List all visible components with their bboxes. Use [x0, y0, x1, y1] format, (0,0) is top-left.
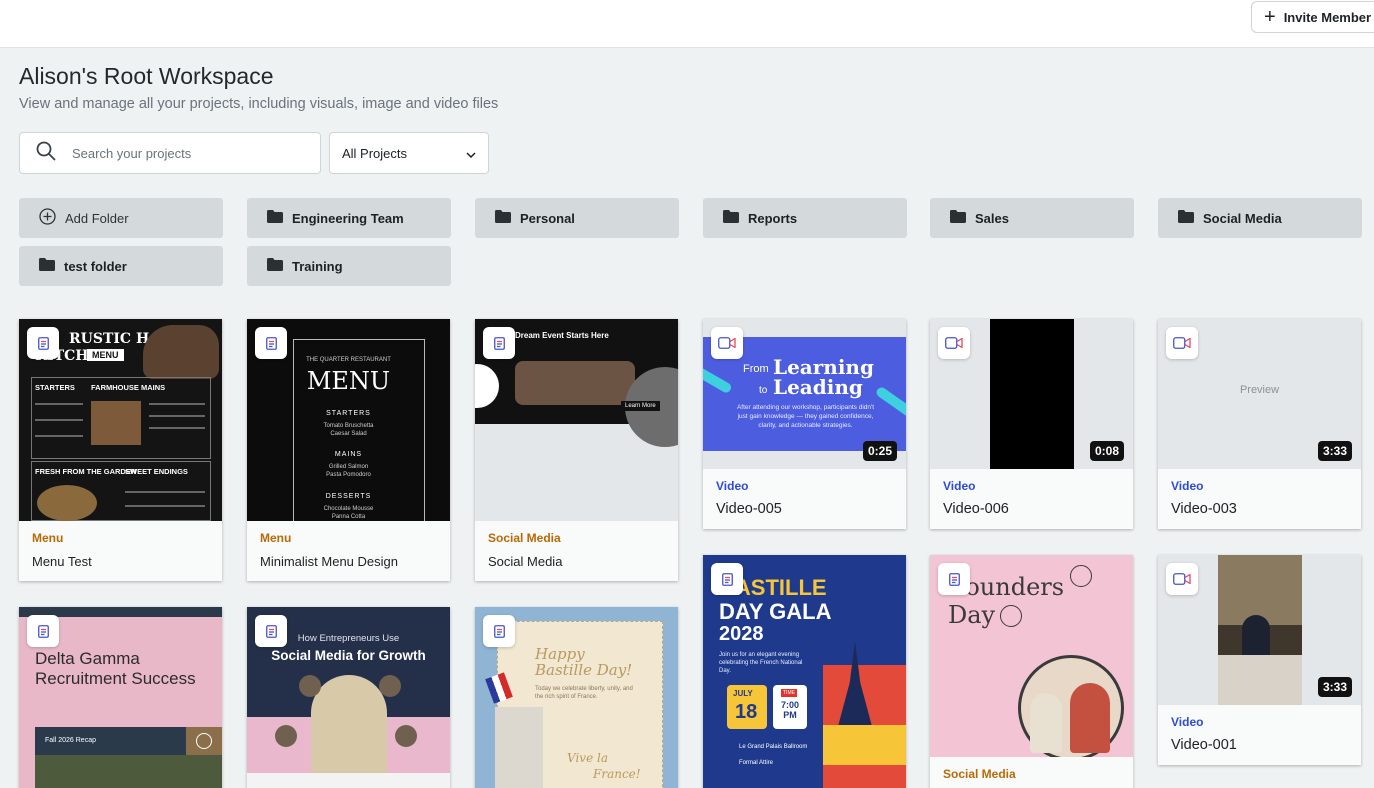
- invite-member-button[interactable]: + Invite Member: [1251, 1, 1374, 33]
- folder-icon: [1178, 210, 1194, 226]
- video-duration: 0:25: [862, 441, 897, 461]
- project-name: Menu Test: [32, 554, 92, 569]
- folder-label: Reports: [748, 210, 798, 226]
- project-category: Menu: [32, 531, 64, 545]
- folder-icon: [723, 210, 739, 226]
- project-card[interactable]: Founders Day Social Media: [930, 555, 1133, 788]
- invite-member-label: Invite Member: [1283, 9, 1372, 25]
- folder-icon: [39, 258, 55, 274]
- project-name: Video-005: [716, 501, 782, 517]
- add-folder-button[interactable]: Add Folder: [19, 198, 223, 238]
- video-duration: 0:08: [1089, 441, 1124, 461]
- project-card[interactable]: 3:33 Video Video-001: [1158, 555, 1361, 765]
- add-folder-label: Add Folder: [65, 210, 129, 226]
- search-icon: [36, 141, 56, 166]
- folder-icon: [267, 258, 283, 274]
- project-category: Social Media: [943, 767, 1016, 781]
- folder-label: test folder: [64, 258, 127, 274]
- project-card[interactable]: Delta Gamma Recruitment Success Fall 202…: [19, 607, 222, 788]
- video-camera-icon: [711, 327, 743, 359]
- folder-social-media[interactable]: Social Media: [1158, 198, 1362, 238]
- project-name: Social Media: [488, 554, 563, 569]
- folder-reports[interactable]: Reports: [703, 198, 907, 238]
- bull-image: [143, 325, 219, 379]
- folder-label: Engineering Team: [292, 210, 404, 226]
- folder-training[interactable]: Training: [247, 246, 451, 286]
- video-camera-icon: [1166, 563, 1198, 595]
- project-card[interactable]: 0:08 Video Video-006: [930, 319, 1133, 529]
- project-name: Minimalist Menu Design: [260, 554, 398, 569]
- document-icon: [938, 563, 970, 595]
- folder-engineering-team[interactable]: Engineering Team: [247, 198, 451, 238]
- folder-label: Social Media: [1203, 210, 1282, 226]
- project-category: Video: [1171, 479, 1204, 493]
- folder-test-folder[interactable]: test folder: [19, 246, 223, 286]
- document-icon: [483, 327, 515, 359]
- document-icon: [255, 615, 287, 647]
- project-name: Video-001: [1171, 737, 1237, 753]
- video-camera-icon: [1166, 327, 1198, 359]
- project-card[interactable]: Happy Bastille Day! Today we celebrate l…: [475, 607, 678, 788]
- project-card[interactable]: How Entrepreneurs Use Social Media for G…: [247, 607, 450, 788]
- project-card[interactable]: From Learning to Leading After attending…: [703, 319, 906, 529]
- video-camera-icon: [938, 327, 970, 359]
- folder-icon: [950, 210, 966, 226]
- top-bar: + Invite Member: [0, 0, 1374, 48]
- project-category: Social Media: [488, 531, 561, 545]
- project-name: Video-003: [1171, 501, 1237, 517]
- document-icon: [27, 615, 59, 647]
- project-filter-value: All Projects: [342, 145, 408, 161]
- folder-icon: [495, 210, 511, 226]
- preview-label: Preview: [1239, 384, 1280, 396]
- folder-sales[interactable]: Sales: [930, 198, 1134, 238]
- video-duration: 3:33: [1317, 677, 1352, 697]
- project-card[interactable]: THE QUARTER RESTAURANT MENU STARTERS Tom…: [247, 319, 450, 581]
- project-card[interactable]: Dream Event Starts Here Learn More Socia…: [475, 319, 678, 581]
- page-subtitle: View and manage all your projects, inclu…: [19, 96, 499, 112]
- project-card[interactable]: BASTILLE DAY GALA 2028 Join us for an el…: [703, 555, 906, 788]
- project-name: Video-006: [943, 501, 1009, 517]
- folder-icon: [267, 210, 283, 226]
- project-category: Video: [1171, 715, 1204, 729]
- document-icon: [711, 563, 743, 595]
- project-card[interactable]: Preview 3:33 Video Video-003: [1158, 319, 1361, 529]
- document-icon: [27, 327, 59, 359]
- page-title: Alison's Root Workspace: [19, 63, 274, 89]
- search-box[interactable]: [19, 132, 321, 174]
- project-filter-select[interactable]: All Projects: [329, 132, 489, 174]
- project-category: Video: [943, 479, 976, 493]
- document-icon: [483, 615, 515, 647]
- document-icon: [255, 327, 287, 359]
- video-duration: 3:33: [1317, 441, 1352, 461]
- search-input[interactable]: [72, 145, 282, 161]
- add-circle-icon: [39, 208, 56, 228]
- folder-label: Training: [292, 258, 343, 274]
- folder-label: Personal: [520, 210, 575, 226]
- folder-personal[interactable]: Personal: [475, 198, 679, 238]
- folder-label: Sales: [975, 210, 1009, 226]
- project-card[interactable]: RUSTIC HARVEST KITCHEN MENU STARTERS FAR…: [19, 319, 222, 581]
- project-category: Menu: [260, 531, 292, 545]
- chevron-down-icon: [466, 146, 476, 161]
- project-category: Video: [716, 479, 749, 493]
- plus-icon: +: [1264, 6, 1276, 28]
